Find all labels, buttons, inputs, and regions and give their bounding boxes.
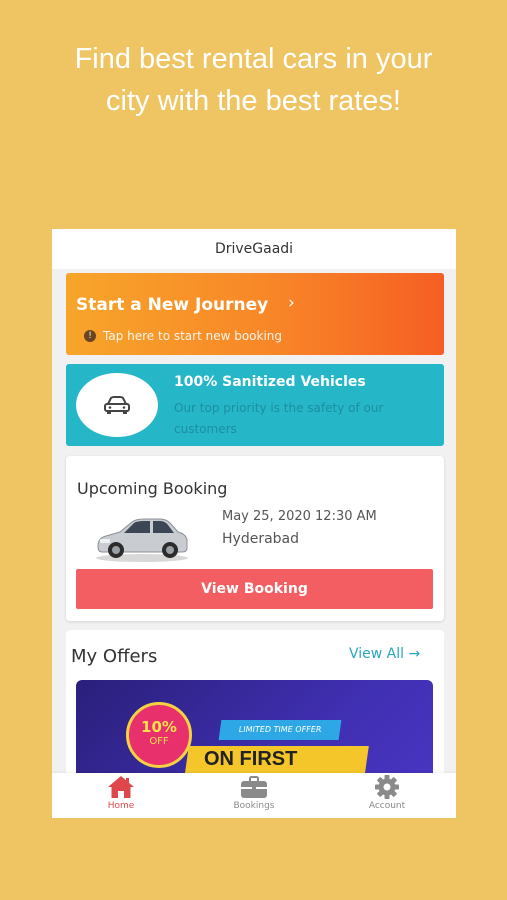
upcoming-booking-title: Upcoming Booking [77,479,228,498]
booking-city: Hyderabad [222,531,299,547]
nav-account[interactable]: Account [320,773,454,818]
arrow-right-icon: → [408,646,421,662]
car-image [96,518,188,562]
chevron-right-icon: › [288,293,295,313]
start-journey-subtitle-row: ! Tap here to start new booking [84,329,282,343]
promo-headline: Find best rental cars in your city with … [0,38,507,122]
gear-icon [375,775,399,799]
nav-bookings-label: Bookings [233,801,275,811]
sanitized-banner: 100% Sanitized Vehicles Our top priority… [66,364,444,446]
nav-home[interactable]: Home [54,773,188,818]
nav-bookings[interactable]: Bookings [187,773,321,818]
discount-off: OFF [149,736,169,747]
view-all-link[interactable]: View All → [349,646,420,662]
banner-headline: ON FIRST [204,748,298,770]
briefcase-icon [241,776,267,798]
bottom-nav: Home Bookings Account [52,773,456,818]
home-icon [108,776,134,798]
app-title: DriveGaadi [52,229,456,269]
view-booking-button[interactable]: View Booking [76,569,433,609]
car-icon [104,396,130,414]
start-journey-subtitle: Tap here to start new booking [103,329,283,343]
discount-percent: 10% [141,718,177,736]
nav-home-label: Home [107,801,135,811]
car-icon-circle [76,373,158,437]
view-all-label: View All [349,646,405,662]
app-screen: DriveGaadi Start a New Journey › ! Tap h… [52,229,456,818]
promo-headline-line2: city with the best rates! [106,85,401,117]
limited-time-tag: LIMITED TIME OFFER [218,720,342,740]
start-journey-card[interactable]: Start a New Journey › ! Tap here to star… [66,273,444,355]
sanitized-subtitle: Our top priority is the safety of our cu… [174,401,384,436]
upcoming-booking-card: Upcoming Booking May 25, 2020 12:30 AM H… [66,456,444,621]
info-icon: ! [84,330,96,342]
sanitized-title: 100% Sanitized Vehicles [174,374,366,390]
nav-account-label: Account [368,801,406,811]
discount-badge: 10% OFF [126,702,192,768]
promo-headline-line1: Find best rental cars in your [74,43,433,75]
start-journey-title: Start a New Journey [76,295,269,315]
booking-datetime: May 25, 2020 12:30 AM [222,509,377,524]
offers-title: My Offers [71,646,158,667]
